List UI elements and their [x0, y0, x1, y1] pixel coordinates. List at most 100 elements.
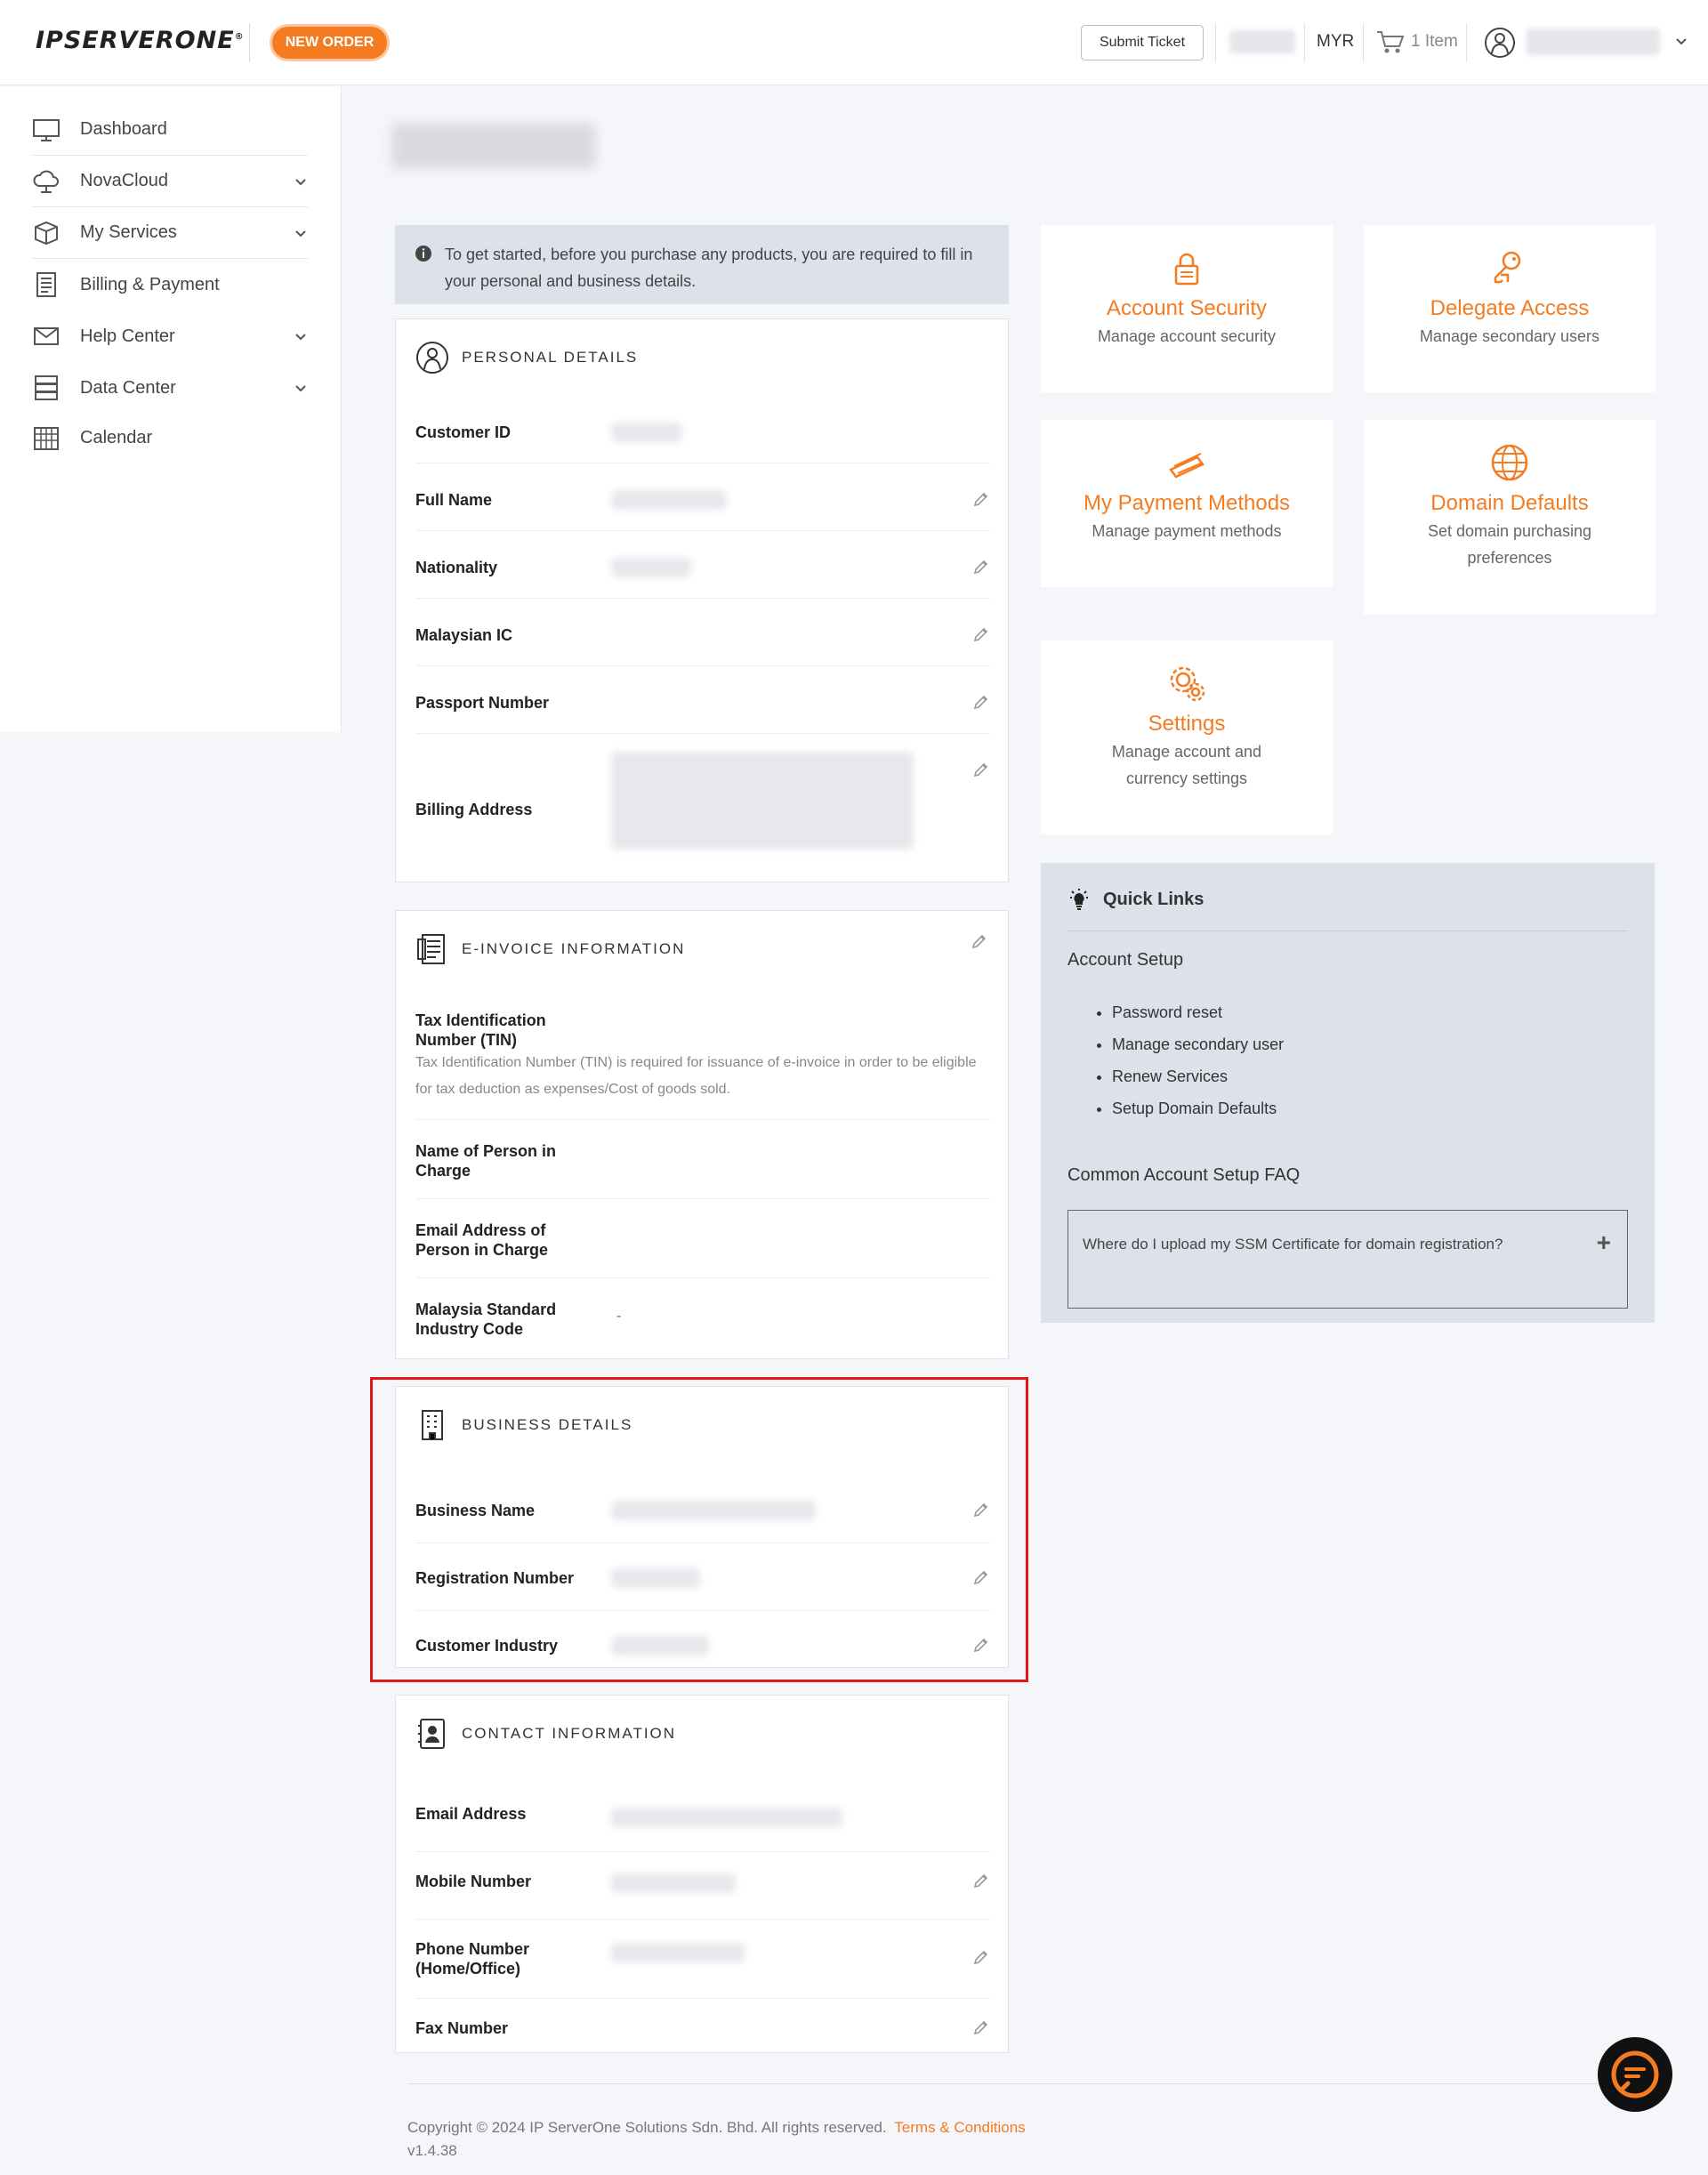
tile-description: Manage secondary users	[1419, 327, 1600, 345]
tile-settings[interactable]: Settings Manage account and currency set…	[1041, 640, 1333, 834]
plus-icon: +	[1596, 1228, 1611, 1256]
pencil-icon[interactable]	[972, 1872, 990, 1889]
tile-payment-methods[interactable]: My Payment Methods Manage payment method…	[1041, 420, 1333, 587]
chat-button[interactable]	[1598, 2037, 1672, 2112]
faq-accordion-item[interactable]: Where do I upload my SSM Certificate for…	[1068, 1210, 1628, 1309]
tile-title: My Payment Methods	[1083, 491, 1291, 515]
field-customer-id: Customer ID	[415, 408, 990, 463]
faq-heading: Common Account Setup FAQ	[1068, 1165, 1301, 1185]
pencil-icon[interactable]	[972, 558, 990, 576]
card-icon	[1169, 453, 1204, 479]
sidebar-item-novacloud[interactable]: NovaCloud	[32, 156, 308, 207]
cart-button[interactable]: 1 Item	[1375, 28, 1458, 55]
field-msic: Malaysia Standard Industry Code -	[415, 1278, 990, 1357]
sidebar-item-billing-payment[interactable]: Billing & Payment	[32, 259, 308, 310]
terms-link[interactable]: Terms & Conditions	[894, 2119, 1025, 2136]
sidebar-item-label: Dashboard	[80, 119, 167, 139]
sidebar-item-my-services[interactable]: My Services	[32, 207, 308, 259]
key-icon	[1494, 251, 1521, 284]
pencil-icon[interactable]	[972, 2018, 990, 2036]
field-phone-number: Phone Number (Home/Office)	[415, 1920, 990, 1999]
divider	[1068, 930, 1628, 931]
logo[interactable]: IPSERVERONE®	[36, 27, 245, 54]
link-renew-services[interactable]: Renew Services	[1112, 1060, 1284, 1092]
card-title: CONTACT INFORMATION	[462, 1725, 677, 1742]
link-password-reset[interactable]: Password reset	[1112, 996, 1284, 1028]
card-header: PERSONAL DETAILS	[415, 341, 638, 375]
quick-links-panel: Quick Links Account Setup Password reset…	[1041, 863, 1655, 1323]
sidebar-item-data-center[interactable]: Data Center	[32, 362, 308, 414]
field-label: Passport Number	[415, 694, 550, 712]
chevron-down-icon[interactable]	[1674, 34, 1688, 48]
field-label: Email Address	[415, 1805, 527, 1823]
gears-icon	[1170, 666, 1205, 702]
field-value: -	[616, 1309, 622, 1324]
field-fax-number: Fax Number	[415, 1999, 990, 2052]
box-icon	[35, 221, 58, 245]
pencil-icon[interactable]	[971, 932, 988, 950]
user-circle-icon	[416, 342, 448, 374]
info-icon	[415, 246, 431, 262]
quick-links-list: Password reset Manage secondary user Ren…	[1103, 996, 1284, 1124]
sidebar-item-help-center[interactable]: Help Center	[32, 310, 308, 362]
divider	[1215, 23, 1216, 62]
pencil-icon[interactable]	[972, 693, 990, 711]
redacted-value	[611, 1943, 745, 1962]
version-label: v1.4.38	[407, 2142, 457, 2159]
field-person-in-charge-name: Name of Person in Charge	[415, 1120, 990, 1199]
copyright-text: Copyright © 2024 IP ServerOne Solutions …	[407, 2119, 887, 2136]
tile-description: Manage account security	[1097, 327, 1277, 345]
cart-count: 1 Item	[1411, 32, 1458, 51]
invoice-icon	[417, 934, 445, 964]
sidebar-item-dashboard[interactable]: Dashboard	[32, 104, 308, 156]
field-label: Customer ID	[415, 423, 512, 441]
divider	[1363, 23, 1364, 62]
redacted-balance	[1229, 30, 1295, 53]
monitor-icon	[33, 118, 60, 141]
redacted-value	[611, 752, 914, 850]
personal-details-card: PERSONAL DETAILS Customer ID Full Name N…	[395, 318, 1009, 882]
highlight-annotation	[370, 1377, 1028, 1682]
tile-domain-defaults[interactable]: Domain Defaults Set domain purchasing pr…	[1364, 420, 1656, 614]
field-passport-number: Passport Number	[415, 666, 990, 734]
quick-links-header: Quick Links	[1068, 888, 1204, 911]
pencil-icon[interactable]	[972, 1948, 990, 1966]
sidebar: Dashboard NovaCloud My Services Billing …	[0, 86, 342, 732]
submit-ticket-button[interactable]: Submit Ticket	[1081, 25, 1204, 60]
sidebar-item-label: NovaCloud	[80, 171, 168, 190]
field-nationality: Nationality	[415, 531, 990, 599]
chat-icon	[1611, 2050, 1659, 2098]
sidebar-item-label: Help Center	[80, 326, 175, 346]
user-avatar-icon[interactable]	[1484, 27, 1516, 59]
tile-title: Account Security	[1106, 296, 1268, 320]
chevron-down-icon	[295, 230, 306, 237]
link-manage-secondary-user[interactable]: Manage secondary user	[1112, 1028, 1284, 1060]
field-email-address: Email Address	[415, 1784, 990, 1852]
sidebar-item-label: Data Center	[80, 377, 176, 398]
redacted-value	[611, 1808, 842, 1827]
field-label: Billing Address	[415, 801, 533, 818]
card-title: PERSONAL DETAILS	[462, 349, 639, 366]
sidebar-item-calendar[interactable]: Calendar	[32, 412, 308, 463]
currency-selector[interactable]: MYR	[1317, 32, 1354, 52]
pencil-icon[interactable]	[972, 625, 990, 643]
field-tin: Tax Identification Number (TIN) Tax Iden…	[415, 1000, 990, 1120]
new-order-button[interactable]: NEW ORDER	[270, 24, 390, 61]
faq-question: Where do I upload my SSM Certificate for…	[1083, 1236, 1503, 1253]
card-title: E-INVOICE INFORMATION	[462, 940, 686, 957]
pencil-icon[interactable]	[972, 490, 990, 508]
globe-icon	[1491, 444, 1528, 481]
link-setup-domain-defaults[interactable]: Setup Domain Defaults	[1112, 1092, 1284, 1124]
field-label: Nationality	[415, 559, 498, 576]
divider	[249, 23, 250, 62]
lightbulb-icon	[1070, 889, 1088, 910]
tile-delegate-access[interactable]: Delegate Access Manage secondary users	[1364, 225, 1656, 392]
field-label: Tax Identification Number (TIN)	[415, 1011, 546, 1049]
tile-account-security[interactable]: Account Security Manage account security	[1041, 225, 1333, 392]
sidebar-item-label: My Services	[80, 222, 177, 242]
tile-title: Domain Defaults	[1430, 491, 1589, 515]
field-full-name: Full Name	[415, 463, 990, 531]
field-label: Malaysia Standard Industry Code	[415, 1301, 557, 1338]
pencil-icon[interactable]	[972, 761, 990, 778]
field-label: Full Name	[415, 491, 493, 509]
